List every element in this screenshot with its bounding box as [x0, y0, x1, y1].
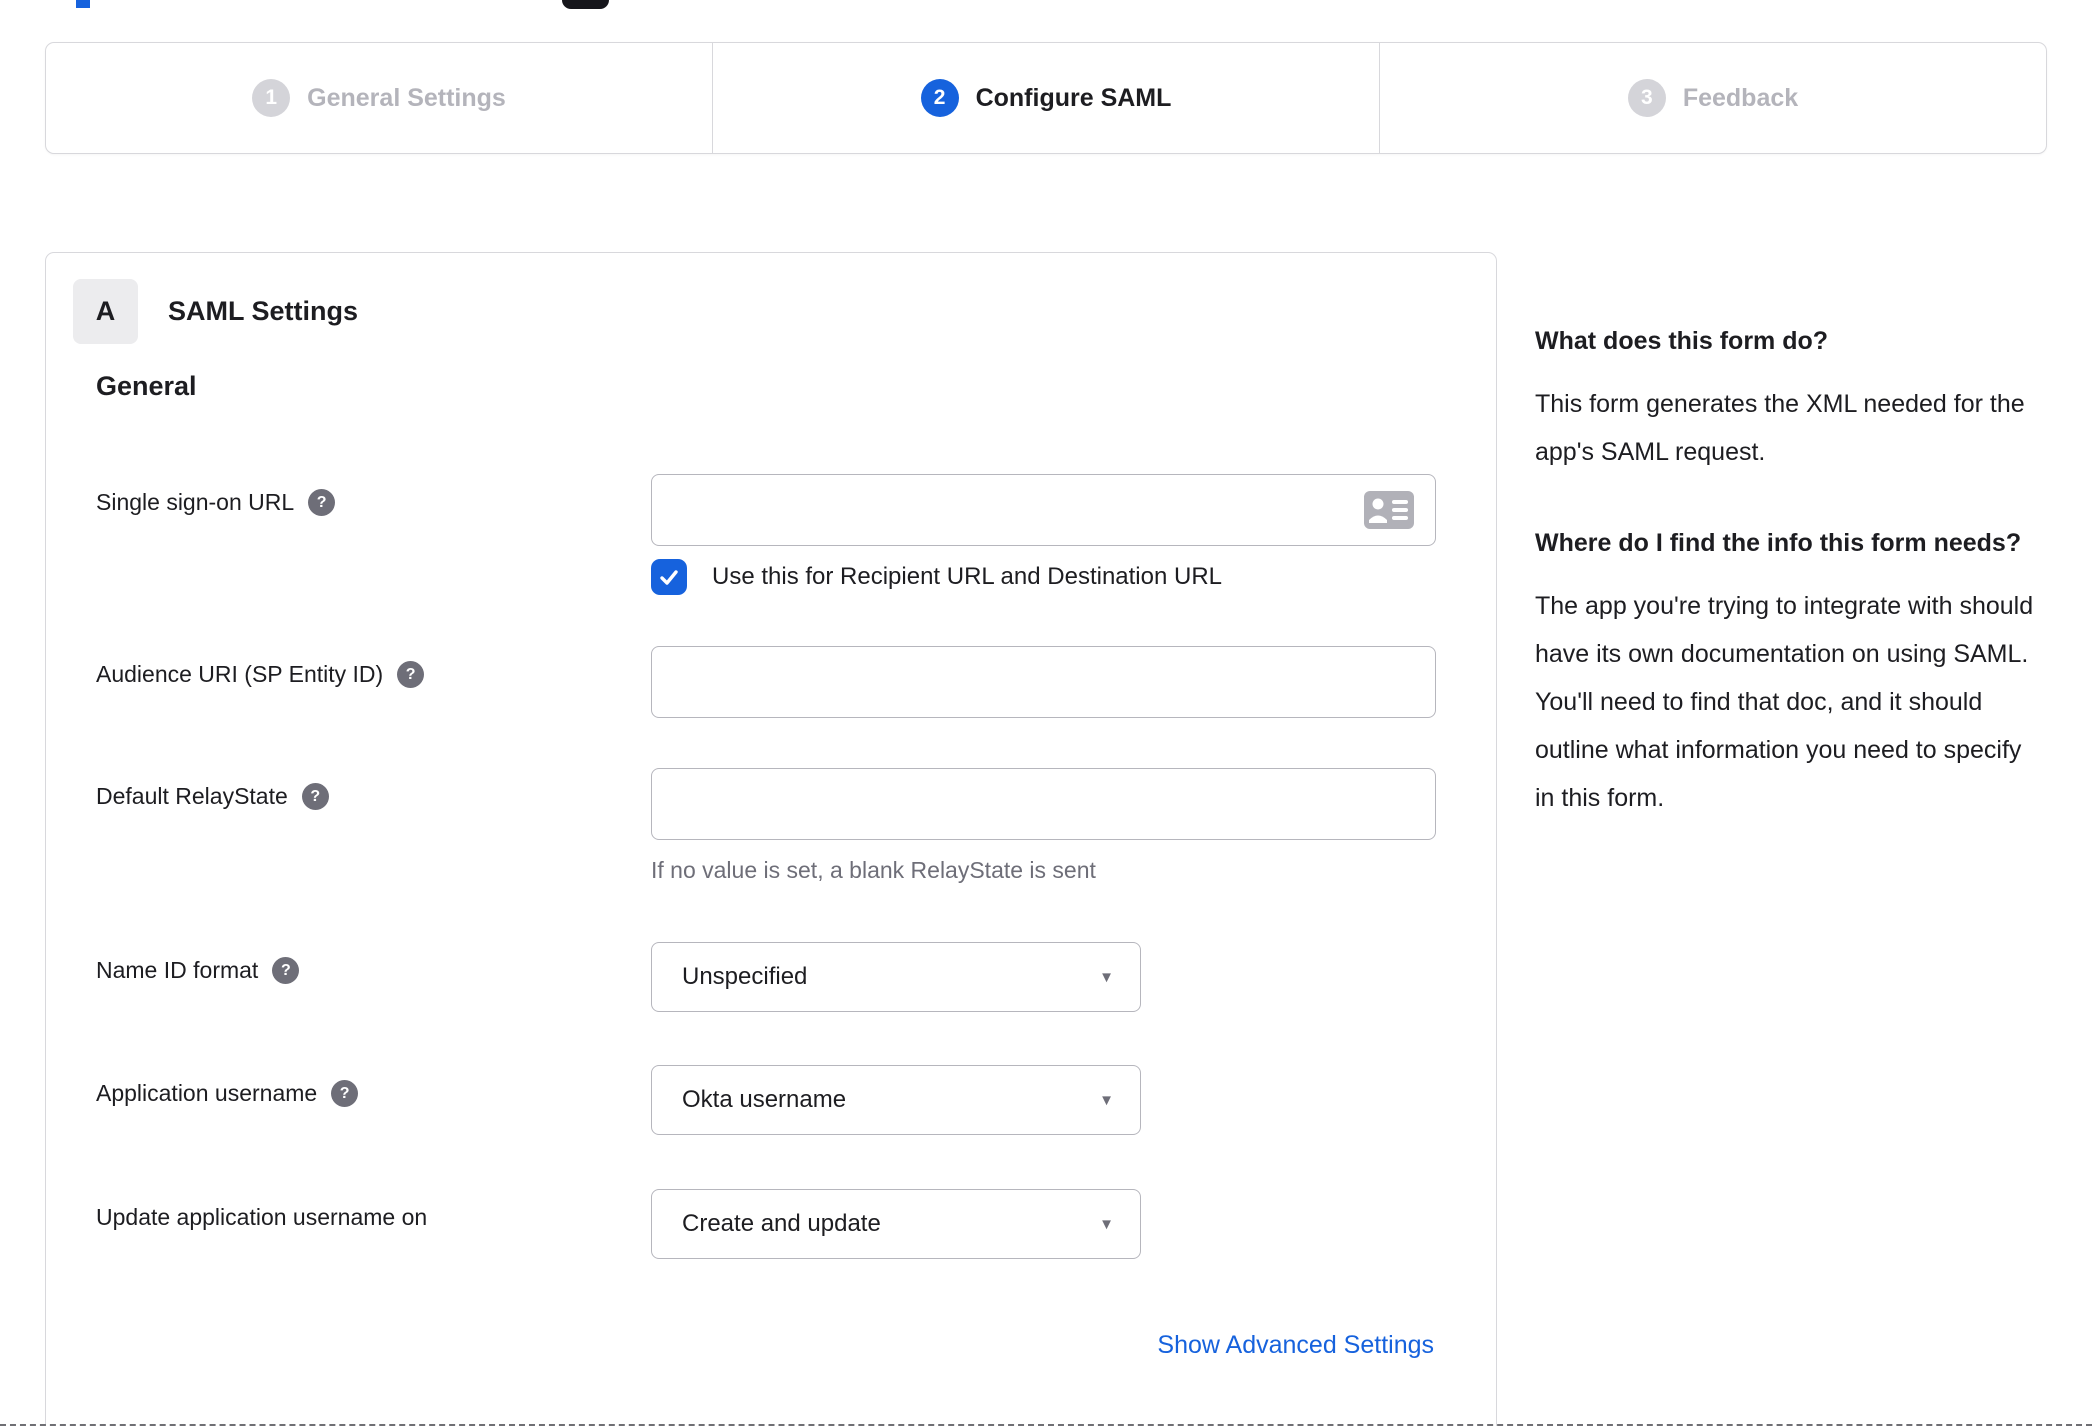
help-question-2: Where do I find the info this form needs…: [1535, 529, 2022, 557]
step-configure-saml[interactable]: 2 Configure SAML: [712, 43, 1379, 153]
section-header: A SAML Settings: [73, 279, 358, 344]
single-sign-on-url-label: Single sign-on URL ?: [96, 489, 336, 516]
step-1-number-badge: 1: [252, 79, 291, 117]
name-id-format-select[interactable]: Unspecified ▼: [651, 942, 1141, 1012]
update-application-username-label: Update application username on: [96, 1204, 428, 1230]
update-application-username-value: Create and update: [682, 1210, 881, 1237]
general-group-title: General: [96, 371, 197, 401]
help-sidebar: What does this form do? This form genera…: [1535, 322, 2047, 822]
section-title: SAML Settings: [168, 296, 359, 326]
contact-card-icon[interactable]: [1364, 491, 1414, 529]
show-advanced-settings-link[interactable]: Show Advanced Settings: [1157, 1331, 1434, 1360]
default-relaystate-help-icon[interactable]: ?: [301, 783, 329, 810]
step-3-label: Feedback: [1682, 83, 1799, 112]
chevron-down-icon: ▼: [1099, 968, 1114, 986]
cut-off-toolbar-fragment: [562, 0, 609, 9]
step-general-settings[interactable]: 1 General Settings: [46, 43, 712, 153]
saml-settings-panel: A SAML Settings General Single sign-on U…: [45, 252, 1497, 1426]
help-answer-2: The app you're trying to integrate with …: [1535, 592, 2034, 812]
step-2-label: Configure SAML: [975, 83, 1172, 112]
audience-uri-help-icon[interactable]: ?: [397, 661, 425, 688]
help-answer-1: This form generates the XML needed for t…: [1535, 390, 2025, 466]
single-sign-on-url-help-icon[interactable]: ?: [308, 489, 336, 516]
name-id-format-value: Unspecified: [682, 963, 808, 990]
application-username-select[interactable]: Okta username ▼: [651, 1065, 1141, 1135]
step-2-number-badge: 2: [920, 79, 959, 117]
step-feedback[interactable]: 3 Feedback: [1379, 43, 2046, 153]
chevron-down-icon: ▼: [1099, 1091, 1114, 1109]
relaystate-helper-text: If no value is set, a blank RelayState i…: [651, 857, 1096, 883]
step-1-label: General Settings: [307, 83, 506, 112]
wizard-stepper: 1 General Settings 2 Configure SAML 3 Fe…: [45, 42, 2047, 154]
default-relaystate-label: Default RelayState ?: [96, 783, 329, 810]
name-id-format-help-icon[interactable]: ?: [272, 957, 300, 984]
use-for-recipient-url-checkbox[interactable]: [651, 559, 687, 595]
audience-uri-input[interactable]: [651, 646, 1436, 718]
application-username-help-icon[interactable]: ?: [331, 1080, 359, 1107]
checkmark-icon: [660, 570, 678, 585]
application-username-value: Okta username: [682, 1086, 847, 1113]
use-for-recipient-url-label: Use this for Recipient URL and Destinati…: [712, 563, 1223, 590]
update-application-username-select[interactable]: Create and update ▼: [651, 1189, 1141, 1259]
name-id-format-label: Name ID format ?: [96, 957, 300, 984]
application-username-label: Application username ?: [96, 1080, 359, 1107]
chevron-down-icon: ▼: [1099, 1215, 1114, 1233]
help-question-1: What does this form do?: [1535, 327, 1829, 355]
default-relaystate-input[interactable]: [651, 768, 1436, 840]
audience-uri-label: Audience URI (SP Entity ID) ?: [96, 661, 425, 688]
cut-off-logo-fragment: [76, 0, 90, 8]
step-3-number-badge: 3: [1627, 79, 1666, 117]
section-a-badge: A: [73, 279, 138, 344]
single-sign-on-url-input[interactable]: [651, 474, 1436, 546]
